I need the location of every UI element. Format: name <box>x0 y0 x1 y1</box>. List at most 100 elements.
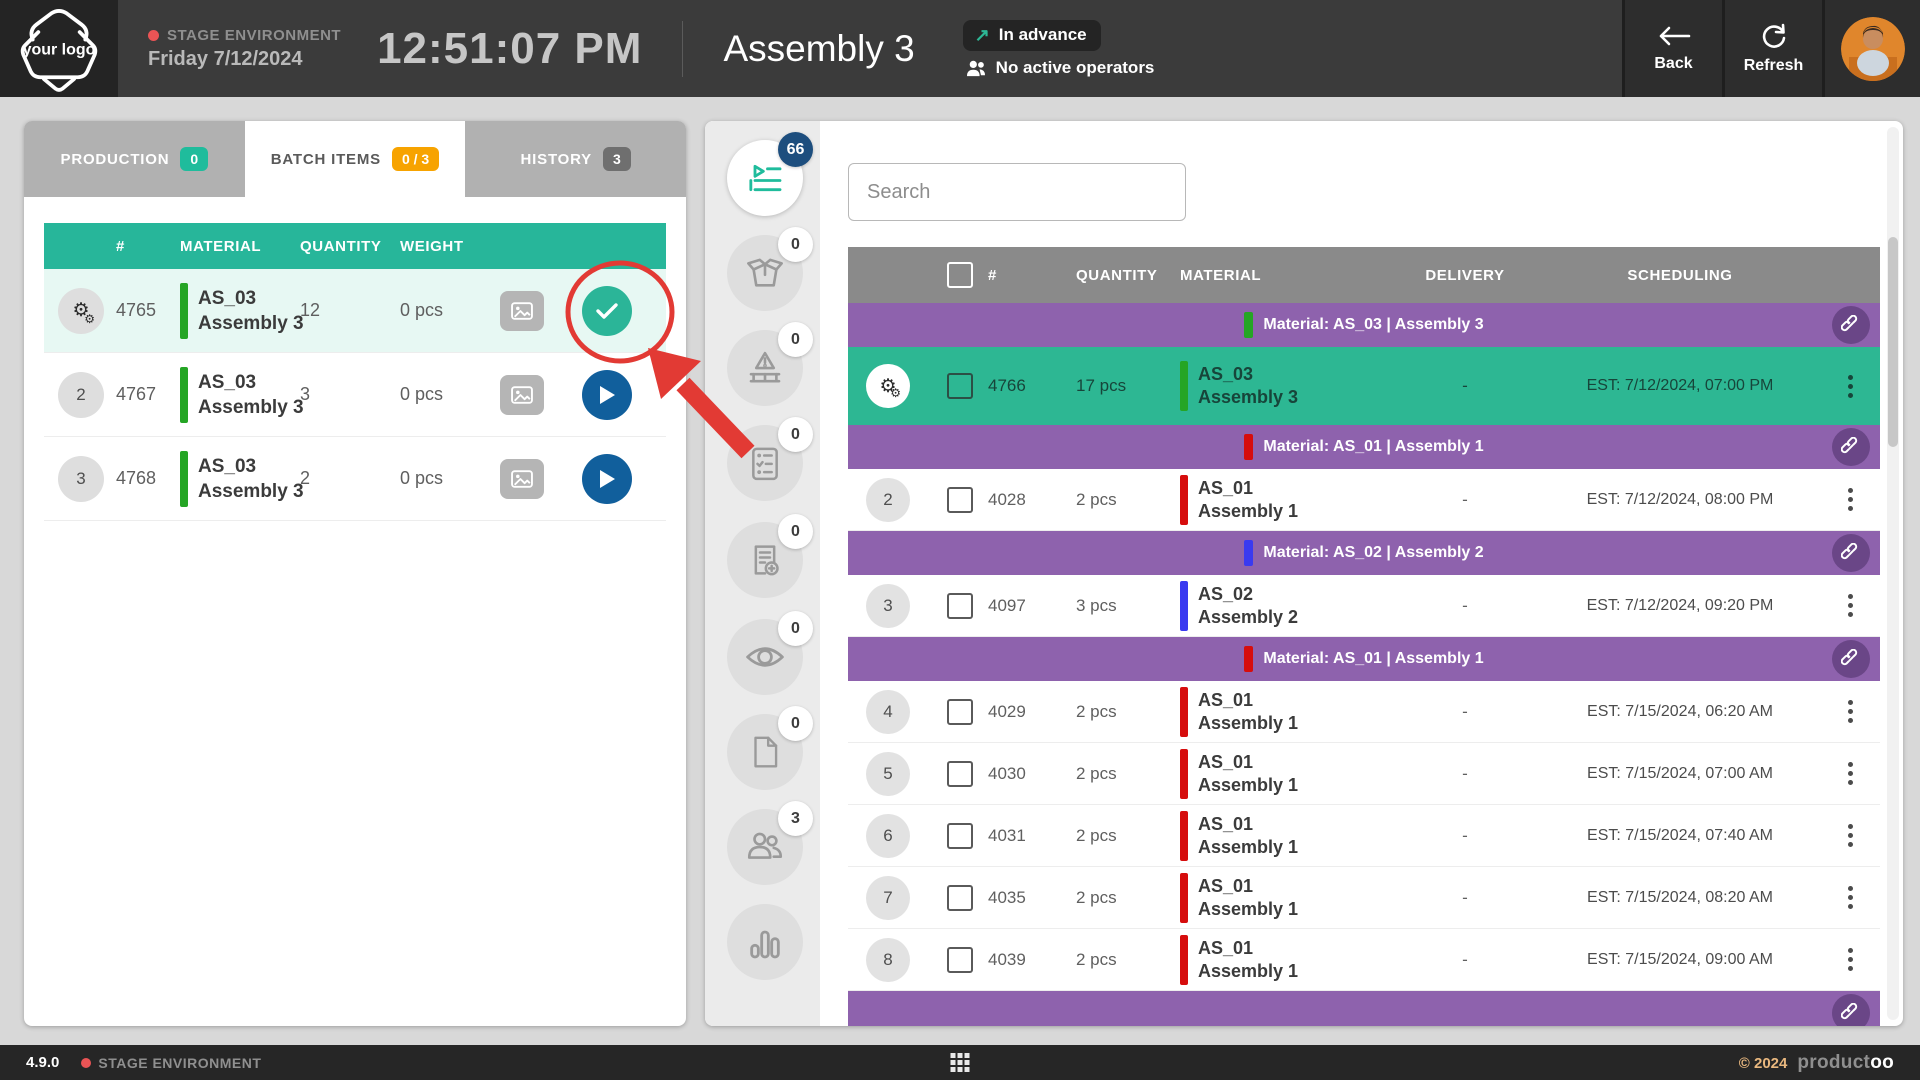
row-menu-button[interactable] <box>1832 368 1868 404</box>
tab-history-badge: 3 <box>603 147 631 171</box>
sidebar-item-document-approval[interactable]: 0 <box>727 522 803 598</box>
row-menu-button[interactable] <box>1832 756 1868 792</box>
material-color-bar <box>1180 475 1188 525</box>
active-operation-icon: ⚙⚙ <box>58 288 104 334</box>
row-checkbox[interactable] <box>947 373 973 399</box>
link-group-button[interactable] <box>1832 640 1870 678</box>
order-row[interactable]: 4 4029 2 pcs AS_01 Assembly 1 - EST: 7/1… <box>848 681 1880 743</box>
footer: 4.9.0 STAGE ENVIRONMENT © 2024 productoo <box>0 1045 1920 1080</box>
order-row[interactable]: ⚙⚙ 4766 17 pcs AS_03 Assembly 3 - EST: 7… <box>848 347 1880 425</box>
tab-production[interactable]: PRODUCTION 0 <box>24 121 245 197</box>
app-version: 4.9.0 <box>26 1054 59 1071</box>
operators-icon <box>965 59 987 77</box>
back-button[interactable]: Back <box>1625 0 1722 97</box>
logo-hexagon-icon: your logo <box>12 2 106 96</box>
sidebar-item-packaging[interactable]: 0 <box>727 235 803 311</box>
material-chip <box>1244 434 1253 460</box>
operators-status: No active operators <box>963 58 1155 78</box>
scrollbar-thumb[interactable] <box>1888 237 1898 447</box>
order-row[interactable]: 8 4039 2 pcs AS_01 Assembly 1 - EST: 7/1… <box>848 929 1880 991</box>
photos-button[interactable] <box>500 291 544 331</box>
photos-button[interactable] <box>500 375 544 415</box>
search-input[interactable] <box>848 163 1186 221</box>
start-button[interactable] <box>582 370 632 420</box>
back-arrow-icon <box>1657 25 1691 47</box>
photos-button[interactable] <box>500 459 544 499</box>
link-group-button[interactable] <box>1832 534 1870 572</box>
queue-count-badge: 66 <box>778 132 813 167</box>
packaging-count-badge: 0 <box>778 227 813 262</box>
row-checkbox[interactable] <box>947 699 973 725</box>
environment-label: STAGE ENVIRONMENT <box>167 27 341 44</box>
material-chip <box>1244 646 1253 672</box>
sidebar-item-statistics[interactable] <box>727 904 803 980</box>
order-row[interactable]: 6 4031 2 pcs AS_01 Assembly 1 - EST: 7/1… <box>848 805 1880 867</box>
row-checkbox[interactable] <box>947 947 973 973</box>
tab-production-badge: 0 <box>180 147 208 171</box>
order-row[interactable]: 3 4097 3 pcs AS_02 Assembly 2 - EST: 7/1… <box>848 575 1880 637</box>
material-group-row-partial <box>848 991 1880 1026</box>
environment-dot <box>148 30 159 41</box>
select-all-checkbox[interactable] <box>947 262 973 288</box>
batch-panel: PRODUCTION 0 BATCH ITEMS 0 / 3 HISTORY 3… <box>24 121 686 1026</box>
footer-environment: STAGE ENVIRONMENT <box>81 1055 261 1071</box>
row-menu-button[interactable] <box>1832 880 1868 916</box>
order-row[interactable]: 7 4035 2 pcs AS_01 Assembly 1 - EST: 7/1… <box>848 867 1880 929</box>
batch-row[interactable]: 3 4768 AS_03 Assembly 3 2 0 pcs <box>44 437 666 521</box>
row-menu-button[interactable] <box>1832 694 1868 730</box>
material-chip <box>1244 540 1253 566</box>
order-row[interactable]: 5 4030 2 pcs AS_01 Assembly 1 - EST: 7/1… <box>848 743 1880 805</box>
row-checkbox[interactable] <box>947 885 973 911</box>
row-menu-button[interactable] <box>1832 482 1868 518</box>
avatar-block <box>1825 0 1920 97</box>
material-color-bar <box>1180 873 1188 923</box>
row-menu-button[interactable] <box>1832 588 1868 624</box>
tab-batch-items-badge: 0 / 3 <box>392 147 439 171</box>
sidebar-item-production-queue[interactable]: 66 <box>727 140 803 216</box>
environment-dot <box>81 1058 91 1068</box>
row-menu-button[interactable] <box>1832 818 1868 854</box>
sidebar-item-team[interactable]: 3 <box>727 809 803 885</box>
sidebar-item-pallet-warning[interactable]: 0 <box>727 330 803 406</box>
start-button[interactable] <box>582 454 632 504</box>
apps-grid-icon[interactable] <box>951 1053 970 1072</box>
material-group-row: Material: AS_02 | Assembly 2 <box>848 531 1880 575</box>
header-main: STAGE ENVIRONMENT Friday 7/12/2024 12:51… <box>118 0 1622 97</box>
orders-panel: 66 0 0 0 0 <box>705 121 1903 1026</box>
watch-count-badge: 0 <box>778 611 813 646</box>
row-checkbox[interactable] <box>947 761 973 787</box>
svg-text:your logo: your logo <box>23 41 96 58</box>
order-row[interactable]: 2 4028 2 pcs AS_01 Assembly 1 - EST: 7/1… <box>848 469 1880 531</box>
sidebar-item-documents[interactable]: 0 <box>727 714 803 790</box>
material-color-bar <box>1180 581 1188 631</box>
batch-row[interactable]: 2 4767 AS_03 Assembly 3 3 0 pcs <box>44 353 666 437</box>
workstation-title: Assembly 3 <box>723 28 914 70</box>
batch-items-table: # MATERIAL QUANTITY WEIGHT ⚙⚙ 4765 AS_03… <box>44 223 666 521</box>
batch-row[interactable]: ⚙⚙ 4765 AS_03 Assembly 3 12 0 pcs <box>44 269 666 353</box>
material-color-bar <box>180 451 188 507</box>
refresh-button[interactable]: Refresh <box>1725 0 1822 97</box>
row-checkbox[interactable] <box>947 593 973 619</box>
material-group-row: Material: AS_01 | Assembly 1 <box>848 637 1880 681</box>
complete-button[interactable] <box>582 286 632 336</box>
link-group-button[interactable] <box>1832 306 1870 344</box>
user-avatar[interactable] <box>1841 17 1905 81</box>
environment-block: STAGE ENVIRONMENT Friday 7/12/2024 <box>148 27 341 71</box>
footer-brand: © 2024 productoo <box>1739 1052 1894 1074</box>
pallet-count-badge: 0 <box>778 322 813 357</box>
row-checkbox[interactable] <box>947 823 973 849</box>
batch-table-header: # MATERIAL QUANTITY WEIGHT <box>44 223 666 269</box>
vertical-scrollbar <box>1887 127 1899 1020</box>
tab-history[interactable]: HISTORY 3 <box>465 121 686 197</box>
material-color-bar <box>1180 811 1188 861</box>
sidebar-item-checklist[interactable]: 0 <box>727 425 803 501</box>
row-menu-button[interactable] <box>1832 942 1868 978</box>
clock: 12:51:07 PM <box>377 24 642 74</box>
sidebar-item-watch[interactable]: 0 <box>727 619 803 695</box>
tab-batch-items[interactable]: BATCH ITEMS 0 / 3 <box>245 121 466 197</box>
row-checkbox[interactable] <box>947 487 973 513</box>
link-group-button[interactable] <box>1832 994 1870 1026</box>
link-group-button[interactable] <box>1832 428 1870 466</box>
material-color-bar <box>180 367 188 423</box>
material-color-bar <box>1180 935 1188 985</box>
